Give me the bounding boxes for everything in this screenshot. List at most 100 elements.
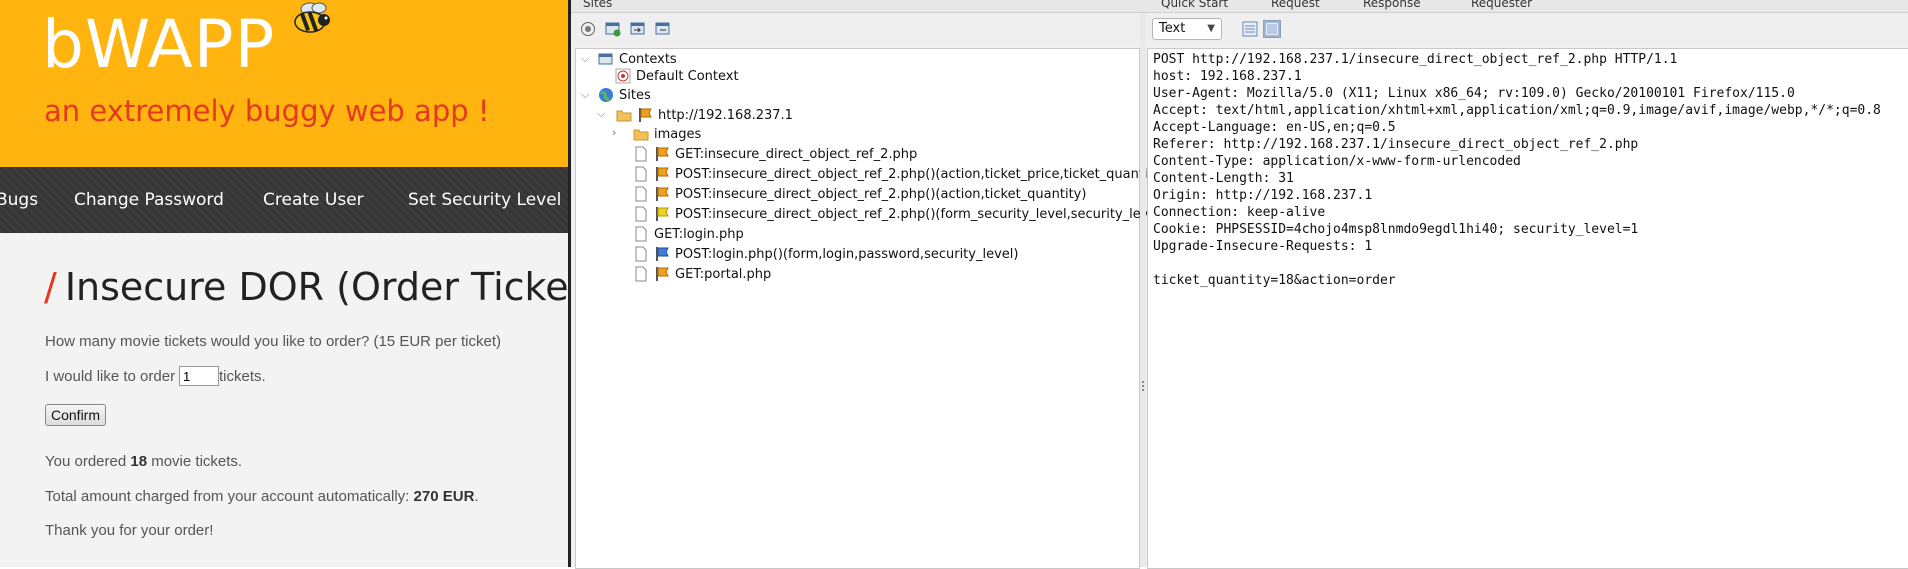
tree-item-label: GET:portal.php — [675, 266, 772, 282]
confirm-button[interactable]: Confirm — [45, 404, 107, 426]
page-title: / Insecure DOR (Order Tickets) — [44, 265, 570, 309]
menu-bugs[interactable]: Bugs — [0, 190, 38, 210]
request-line: Upgrade-Insecure-Requests: 1 — [1153, 239, 1373, 254]
flag-icon — [656, 207, 669, 221]
request-line: host: 192.168.237.1 — [1153, 69, 1302, 84]
splitter-grip[interactable] — [1142, 381, 1144, 393]
request-toolbar: Text ▼ — [1147, 13, 1908, 45]
bwapp-logo: bWAPP — [42, 6, 276, 83]
import-context-icon[interactable] — [630, 21, 646, 37]
tree-item-request[interactable]: GET:insecure_direct_object_ref_2.php — [633, 144, 917, 164]
zap-window: Sites Quick Start Request Response Reque… — [571, 0, 1908, 569]
tree-item-label: Default Context — [636, 68, 739, 84]
split-horizontal-icon[interactable] — [1242, 21, 1258, 37]
chevron-down-icon[interactable]: ⌵ — [597, 107, 605, 121]
charge-info: Total amount charged from your account a… — [45, 488, 479, 505]
combined-view-icon[interactable] — [1263, 20, 1281, 38]
tab-quick-start[interactable]: Quick Start — [1161, 0, 1228, 10]
tree-item-default-context[interactable]: Default Context — [615, 66, 739, 86]
globe-icon — [599, 88, 613, 102]
view-mode-value: Text — [1159, 21, 1186, 36]
export-context-icon[interactable] — [655, 21, 671, 37]
target-icon[interactable] — [580, 21, 596, 37]
request-line: Connection: keep-alive — [1153, 205, 1326, 220]
sites-toolbar — [571, 13, 1140, 45]
request-line: Referer: http://192.168.237.1/insecure_d… — [1153, 137, 1639, 152]
chevron-right-icon[interactable]: › — [612, 126, 616, 139]
tab-requester[interactable]: Requester — [1471, 0, 1532, 10]
bwapp-page: bWAPP an extremely buggy web app ! Bugs … — [0, 0, 570, 567]
tab-response[interactable]: Response — [1363, 0, 1421, 10]
result-count: 18 — [130, 453, 148, 470]
view-mode-select[interactable]: Text ▼ — [1152, 18, 1222, 40]
tree-item-request[interactable]: GET:portal.php — [633, 264, 771, 284]
tree-item-label: POST:insecure_direct_object_ref_2.php()(… — [675, 186, 1087, 202]
order-prefix: I would like to order — [45, 368, 176, 385]
tree-item-label: Contexts — [619, 51, 677, 67]
context-target-icon — [615, 68, 631, 84]
flag-icon — [639, 108, 652, 122]
tree-item-label: POST:insecure_direct_object_ref_2.php()(… — [675, 206, 1166, 222]
tree-item-request[interactable]: POST:insecure_direct_object_ref_2.php()(… — [633, 184, 1086, 204]
charge-amount: 270 EUR — [413, 488, 475, 505]
tree-item-images[interactable]: images — [633, 124, 701, 144]
file-icon — [635, 186, 647, 202]
result-suffix: movie tickets. — [151, 453, 243, 470]
tree-item-request[interactable]: POST:login.php()(form,login,password,sec… — [633, 244, 1018, 264]
flag-icon — [656, 147, 669, 161]
menu-create-user[interactable]: Create User — [263, 190, 364, 210]
tab-request[interactable]: Request — [1271, 0, 1320, 10]
ticket-quantity-input[interactable] — [179, 366, 219, 386]
flag-icon — [656, 247, 669, 261]
menu-set-security-level[interactable]: Set Security Level — [408, 190, 561, 210]
order-result: You ordered 18 movie tickets. — [45, 453, 242, 470]
tree-item-label: images — [654, 126, 702, 142]
request-line: User-Agent: Mozilla/5.0 (X11; Linux x86_… — [1153, 86, 1795, 101]
file-icon — [635, 266, 647, 282]
chevron-down-icon[interactable]: ⌵ — [581, 52, 589, 66]
request-body-line: ticket_quantity=18&action=order — [1153, 273, 1396, 288]
charge-prefix: Total amount charged from your account a… — [45, 488, 410, 505]
tree-item-sites[interactable]: Sites — [598, 85, 651, 105]
bee-icon — [294, 2, 330, 33]
flag-icon — [656, 267, 669, 281]
bwapp-tagline: an extremely buggy web app ! — [44, 94, 490, 128]
tree-item-host[interactable]: http://192.168.237.1 — [616, 105, 793, 125]
tree-item-request[interactable]: GET:login.php — [633, 224, 744, 244]
bwapp-menu-bar: Bugs Change Password Create User Set Sec… — [0, 167, 570, 233]
tree-item-request[interactable]: POST:insecure_direct_object_ref_2.php()(… — [633, 164, 1165, 184]
tree-item-label: POST:login.php()(form,login,password,sec… — [675, 246, 1019, 262]
menu-change-password[interactable]: Change Password — [74, 190, 224, 210]
tree-item-label: POST:insecure_direct_object_ref_2.php()(… — [675, 166, 1166, 182]
tree-item-request[interactable]: POST:insecure_direct_object_ref_2.php()(… — [633, 204, 1165, 224]
file-icon — [635, 206, 647, 222]
request-line: Accept: text/html,application/xhtml+xml,… — [1153, 103, 1881, 118]
file-icon — [635, 146, 647, 162]
request-line: POST http://192.168.237.1/insecure_direc… — [1153, 52, 1678, 67]
tree-item-label: GET:login.php — [654, 226, 744, 242]
chevron-down-icon[interactable]: ⌵ — [581, 88, 589, 102]
request-line: Content-Length: 31 — [1153, 171, 1294, 186]
new-context-icon[interactable] — [605, 21, 621, 37]
sites-tree: ⌵ Contexts Default Context ⌵ Sites ⌵ htt… — [575, 48, 1165, 569]
pane-splitter[interactable] — [1140, 13, 1146, 567]
request-line: Cookie: PHPSESSID=4chojo4msp8lnmdo9egdl1… — [1153, 222, 1639, 237]
file-icon — [635, 226, 647, 242]
tree-item-label: http://192.168.237.1 — [658, 107, 793, 123]
result-prefix: You ordered — [45, 453, 127, 470]
file-icon — [635, 166, 647, 182]
flag-icon — [656, 187, 669, 201]
order-suffix: tickets. — [219, 368, 266, 385]
request-line: Origin: http://192.168.237.1 — [1153, 188, 1373, 203]
tab-sites[interactable]: Sites — [583, 0, 612, 10]
file-icon — [635, 246, 647, 262]
zap-tab-strip: Sites Quick Start Request Response Reque… — [571, 0, 1908, 13]
chevron-down-icon: ▼ — [1207, 23, 1215, 34]
order-question: How many movie tickets would you like to… — [45, 333, 502, 350]
request-text-area[interactable]: POST http://192.168.237.1/insecure_direc… — [1147, 48, 1908, 569]
title-slash: / — [44, 265, 57, 309]
charge-suffix: . — [474, 488, 479, 505]
folder-icon — [616, 110, 632, 122]
tree-item-label: Sites — [619, 87, 651, 103]
request-line: Accept-Language: en-US,en;q=0.5 — [1153, 120, 1396, 135]
